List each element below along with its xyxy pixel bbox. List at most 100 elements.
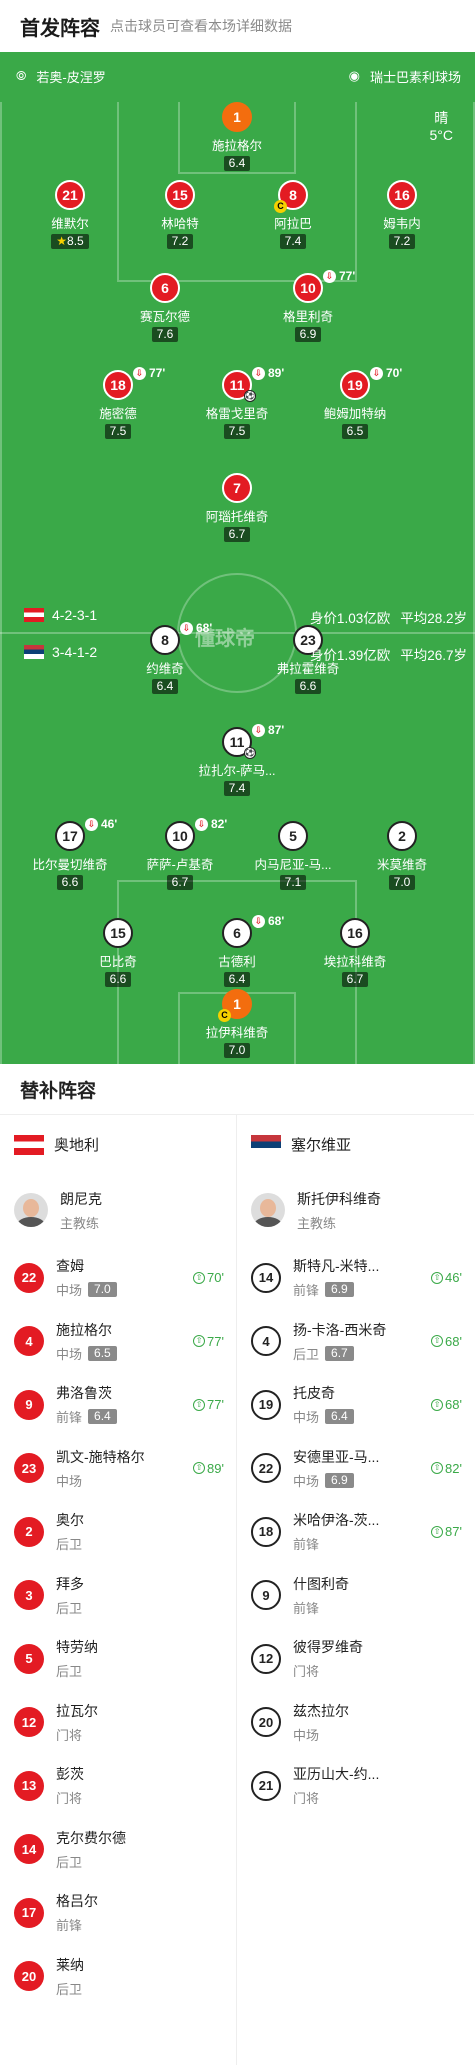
substitution-in-indicator: ⇧ 46' [431, 1270, 462, 1285]
away-player[interactable]: 17 ⇩ 46' 比尔曼切维奇 6.6 [15, 817, 125, 891]
player-number: 15 [103, 918, 133, 948]
star-icon: ★ [56, 234, 68, 248]
player-position: 门将 [56, 1727, 83, 1743]
sub-in-arrow-icon: ⇧ [431, 1525, 444, 1538]
player-position: 中场 [293, 1473, 320, 1489]
serbia-flag-icon [251, 1134, 281, 1155]
bench-player-row[interactable]: 19 托皮奇 中场 6.4 ⇧ 68' [237, 1373, 474, 1437]
away-player[interactable]: 15 巴比奇 6.6 [63, 918, 173, 988]
player-name: 内马尼亚-马... [254, 858, 332, 872]
bench-player-row[interactable]: 20 莱纳 后卫 [0, 1945, 236, 2009]
player-position: 中场 [293, 1410, 320, 1426]
player-rating: 7.2 [166, 234, 194, 249]
substitution-in-indicator: ⇧ 68' [431, 1397, 462, 1412]
player-position: 中场 [56, 1346, 83, 1362]
player-name: 比尔曼切维奇 [32, 858, 108, 872]
away-player[interactable]: 1 C 拉伊科维奇 7.0 [182, 989, 292, 1059]
bench-player-row[interactable]: 5 特劳纳 后卫 [0, 1627, 236, 1691]
home-player[interactable]: 18 ⇩ 77' 施密德 7.5 [63, 366, 173, 440]
away-player[interactable]: 10 ⇩ 82' 萨萨-卢基奇 6.7 [125, 817, 235, 891]
referee: ⦾ 若奥-皮涅罗 [16, 68, 106, 85]
home-team-header[interactable]: 奥地利 [0, 1114, 236, 1174]
player-position: 后卫 [56, 1537, 83, 1553]
bench-player-row[interactable]: 4 施拉格尔 中场 6.5 ⇧ 77' [0, 1310, 236, 1374]
substitution-out-icon: ⇩ 77' [323, 269, 355, 283]
weather: 晴 5°C [429, 110, 454, 143]
home-team-stats: 身价1.03亿欧 平均28.2岁 [309, 611, 467, 626]
player-name: 维默尔 [51, 217, 89, 231]
away-coach[interactable]: 斯托伊科维奇 主教练 [237, 1174, 474, 1246]
bench-player-row[interactable]: 9 什图利奇 前锋 [237, 1564, 474, 1628]
player-name: 阿拉巴 [274, 217, 312, 231]
player-number: 9 [251, 1580, 281, 1611]
player-rating: 7.4 [279, 234, 307, 249]
substitution-out-icon: ⇩ 87' [252, 723, 284, 737]
bench-player-row[interactable]: 13 彭茨 门将 [0, 1754, 236, 1818]
player-rating: 6.9 [325, 1282, 354, 1298]
bench-player-row[interactable]: 3 拜多 后卫 [0, 1564, 236, 1628]
substitution-in-indicator: ⇧ 70' [193, 1270, 224, 1285]
away-player[interactable]: 5 内马尼亚-马... 7.1 [238, 821, 348, 891]
player-number: 11 ⚽ ⇩ 87' [222, 723, 284, 759]
home-player[interactable]: 16 姆韦内 7.2 [347, 180, 457, 250]
bench-player-row[interactable]: 2 奥尔 后卫 [0, 1500, 236, 1564]
bench-player-row[interactable]: 14 斯特凡-米特... 前锋 6.9 ⇧ 46' [237, 1246, 474, 1310]
home-bench: 奥地利 朗尼克 主教练 22 查姆 中场 7.0 ⇧ 70' 4 施拉格尔 中场 6.5 ⇧ 77' 9 弗… [0, 1114, 237, 2065]
sub-in-arrow-icon: ⇧ [431, 1335, 444, 1348]
pitch-info-bar: ⦾ 若奥-皮涅罗 ◉ 瑞士巴素利球场 [16, 66, 461, 86]
sub-in-arrow-icon: ⇧ [431, 1271, 444, 1284]
away-player[interactable]: 6 ⇩ 68' 古德利 6.4 [182, 914, 292, 988]
player-rating: 6.9 [325, 1472, 354, 1488]
home-player[interactable]: 1 施拉格尔 6.4 [182, 102, 292, 172]
bench-player-row[interactable]: 20 兹杰拉尔 中场 [237, 1691, 474, 1755]
home-player[interactable]: 10 ⇩ 77' 格里利奇 6.9 [253, 269, 363, 343]
bench-player-row[interactable]: 22 安德里亚-马... 中场 6.9 ⇧ 82' [237, 1437, 474, 1501]
goal-ball-icon: ⚽ [244, 747, 256, 759]
bench-player-row[interactable]: 22 查姆 中场 7.0 ⇧ 70' [0, 1246, 236, 1310]
player-position: 前锋 [293, 1283, 320, 1299]
player-number: 16 [340, 918, 370, 948]
bench-player-row[interactable]: 12 彼得罗维奇 门将 [237, 1627, 474, 1691]
away-player[interactable]: 8 ⇩ 68' 约维奇 6.4 [110, 621, 220, 695]
bench-player-row[interactable]: 23 凯文-施特格尔 中场 ⇧ 89' [0, 1437, 236, 1501]
home-player[interactable]: 21 维默尔 ★8.5 [15, 180, 125, 250]
player-name: 拜多 [56, 1575, 84, 1592]
player-number: 11 ⚽ ⇩ 89' [222, 366, 284, 402]
player-number: 22 [251, 1453, 281, 1484]
bench-player-row[interactable]: 12 拉瓦尔 门将 [0, 1691, 236, 1755]
player-name: 林哈特 [161, 217, 199, 231]
player-name: 凯文-施特格尔 [56, 1448, 145, 1465]
bench-player-row[interactable]: 21 亚历山大-约... 门将 [237, 1754, 474, 1818]
player-rating: 7.1 [279, 875, 307, 890]
player-position: 中场 [293, 1727, 320, 1743]
away-player[interactable]: 11 ⚽ ⇩ 87' 拉扎尔-萨马... 7.4 [182, 723, 292, 797]
player-name: 巴比奇 [99, 955, 137, 969]
player-position: 后卫 [56, 1600, 83, 1616]
player-rating: 7.0 [223, 1043, 251, 1058]
player-number: 4 [14, 1326, 44, 1357]
home-player[interactable]: 8 C 阿拉巴 7.4 [238, 180, 348, 250]
away-player[interactable]: 2 米莫维奇 7.0 [347, 821, 457, 891]
player-name: 斯特凡-米特... [293, 1258, 380, 1275]
bench-player-row[interactable]: 18 米哈伊洛-茨... 前锋 ⇧ 87' [237, 1500, 474, 1564]
away-team-header[interactable]: 塞尔维亚 [237, 1114, 474, 1174]
bench-player-row[interactable]: 14 克尔费尔德 后卫 [0, 1818, 236, 1882]
home-player[interactable]: 6 赛瓦尔德 7.6 [110, 273, 220, 343]
player-position: 中场 [56, 1283, 83, 1299]
home-player[interactable]: 19 ⇩ 70' 鲍姆加特纳 6.5 [300, 366, 410, 440]
substitution-in-indicator: ⇧ 77' [193, 1397, 224, 1412]
player-number: 21 [251, 1770, 281, 1801]
home-player[interactable]: 15 林哈特 7.2 [125, 180, 235, 250]
away-player[interactable]: 16 埃拉科维奇 6.7 [300, 918, 410, 988]
player-name: 克尔费尔德 [56, 1829, 126, 1846]
bench-player-row[interactable]: 17 格吕尔 前锋 [0, 1881, 236, 1945]
player-rating: 6.9 [294, 327, 322, 342]
home-coach[interactable]: 朗尼克 主教练 [0, 1174, 236, 1246]
bench-player-row[interactable]: 9 弗洛鲁茨 前锋 6.4 ⇧ 77' [0, 1373, 236, 1437]
home-player[interactable]: 11 ⚽ ⇩ 89' 格雷戈里奇 7.5 [182, 366, 292, 440]
bench-player-row[interactable]: 4 扬-卡洛-西米奇 后卫 6.7 ⇧ 68' [237, 1310, 474, 1374]
player-name: 施拉格尔 [56, 1321, 112, 1338]
home-player[interactable]: 7 阿瑙托维奇 6.7 [182, 473, 292, 543]
player-rating: 6.4 [223, 972, 251, 987]
substitution-in-indicator: ⇧ 89' [193, 1461, 224, 1476]
